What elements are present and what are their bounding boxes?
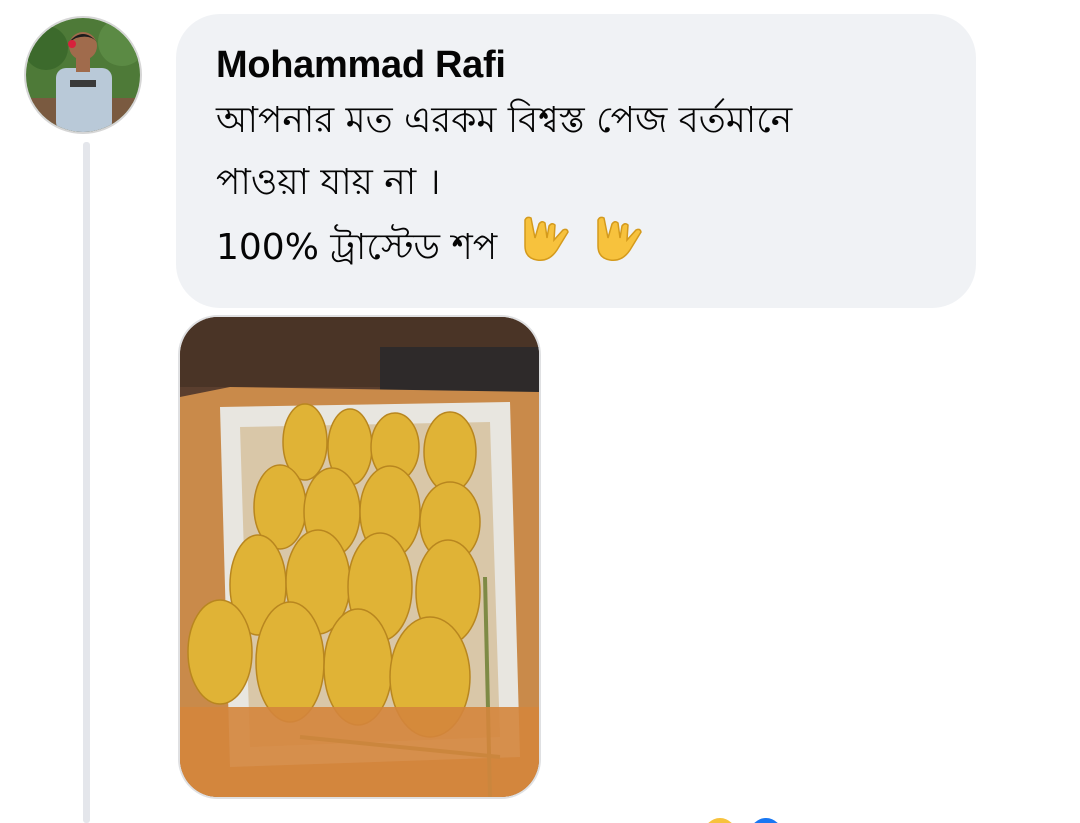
comment-bubble[interactable]: Mohammad Rafi আপনার মত এরকম বিশ্বস্ত পেজ…	[176, 14, 976, 308]
comment-text-line-3: 100% ট্রাস্টেড শপ	[216, 214, 936, 284]
like-reaction-icon	[754, 818, 778, 823]
love-you-gesture-icon	[590, 214, 644, 284]
haha-reaction-icon	[708, 818, 732, 823]
comment-text-line-1: আপনার মত এরকম বিশ্বস্ত পেজ বর্তমানে	[216, 100, 793, 141]
thread-line	[83, 142, 90, 823]
comment-author[interactable]: Mohammad Rafi	[216, 40, 936, 90]
comment-text-line-3-text: 100% ট্রাস্টেড শপ	[216, 227, 498, 268]
love-you-gesture-icon	[517, 214, 571, 284]
avatar[interactable]	[24, 16, 142, 134]
reactions-partial[interactable]	[700, 812, 790, 823]
comment-text-line-2: পাওয়া যায় না ।	[216, 162, 441, 203]
attached-photo[interactable]	[178, 315, 541, 799]
avatar-photo	[26, 18, 140, 132]
mango-box-image	[180, 317, 539, 797]
